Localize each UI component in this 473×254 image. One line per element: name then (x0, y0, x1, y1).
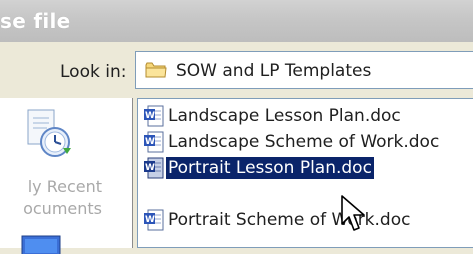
file-item[interactable]: W Landscape Scheme of Work.doc (144, 129, 441, 155)
word-doc-icon: W (144, 131, 164, 153)
mouse-pointer-icon (341, 195, 365, 231)
recent-documents-label: ly Recent ocuments (23, 177, 102, 218)
word-doc-icon: W (144, 209, 164, 231)
file-item-selected[interactable]: W Portrait Lesson Plan.doc (144, 155, 374, 181)
file-name: Landscape Scheme of Work.doc (168, 132, 440, 152)
look-in-label: Look in: (60, 62, 127, 82)
svg-text:W: W (145, 137, 155, 147)
file-item[interactable]: W Landscape Lesson Plan.doc (144, 103, 403, 129)
file-name: Portrait Scheme of Work.doc (168, 210, 411, 230)
window-title: se file (0, 9, 71, 33)
look-in-dropdown[interactable]: SOW and LP Templates (135, 51, 473, 89)
recent-documents-icon (27, 109, 71, 157)
word-doc-icon: W (144, 105, 164, 127)
file-name: Portrait Lesson Plan.doc (166, 157, 374, 179)
svg-text:W: W (145, 163, 155, 173)
svg-text:W: W (145, 215, 155, 225)
svg-text:W: W (145, 111, 155, 121)
file-list[interactable]: W Landscape Lesson Plan.doc W Landscape … (137, 98, 473, 248)
look-in-value: SOW and LP Templates (176, 61, 372, 81)
places-bar: ly Recent ocuments (0, 98, 133, 254)
folder-icon (145, 62, 167, 78)
file-name: Landscape Lesson Plan.doc (168, 106, 401, 126)
word-doc-icon: W (144, 157, 164, 179)
file-item[interactable]: W Portrait Scheme of Work.doc (144, 207, 412, 233)
desktop-icon[interactable] (20, 234, 62, 254)
title-bar[interactable]: se file (0, 0, 473, 42)
